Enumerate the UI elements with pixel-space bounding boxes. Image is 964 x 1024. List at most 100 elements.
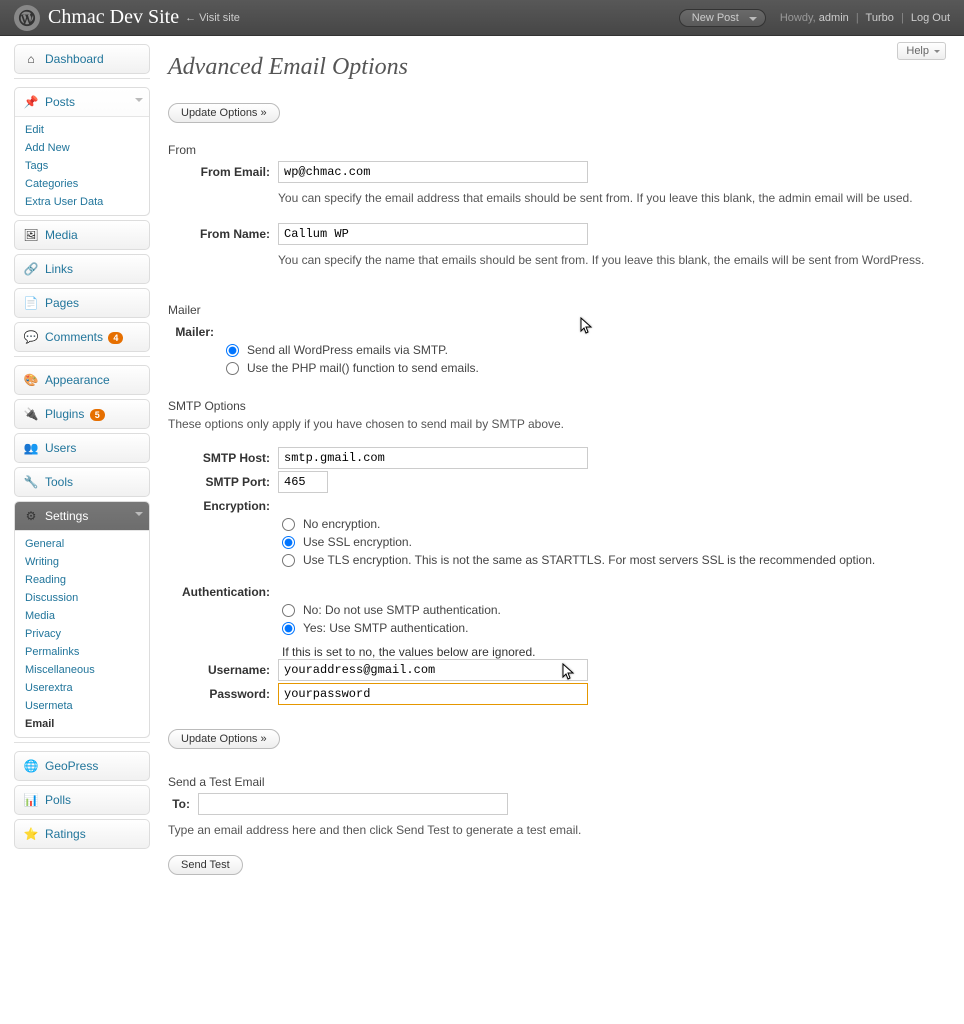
menu-label: Settings: [45, 509, 88, 523]
update-options-button-top[interactable]: Update Options »: [168, 103, 280, 123]
from-name-input[interactable]: [278, 223, 588, 245]
house-icon: ⌂: [23, 51, 39, 67]
password-input[interactable]: [278, 683, 588, 705]
settings-icon: ⚙: [23, 508, 39, 524]
site-title[interactable]: Chmac Dev Site: [48, 6, 179, 29]
submenu-miscellaneous[interactable]: Miscellaneous: [15, 661, 149, 679]
encryption-ssl-radio[interactable]: [282, 536, 295, 549]
smtp-host-input[interactable]: [278, 447, 588, 469]
menu-geopress[interactable]: 🌐GeoPress: [14, 751, 150, 781]
username-input[interactable]: [278, 659, 588, 681]
submenu-userextra[interactable]: Userextra: [15, 679, 149, 697]
auth-no-radio[interactable]: [282, 604, 295, 617]
menu-settings[interactable]: ⚙ Settings General Writing Reading Discus…: [14, 501, 150, 738]
password-label: Password:: [168, 683, 278, 705]
new-post-button[interactable]: New Post: [679, 9, 766, 27]
mailer-label: Mailer:: [168, 321, 222, 339]
test-to-input[interactable]: [198, 793, 508, 815]
mailer-smtp-option[interactable]: Send all WordPress emails via SMTP.: [226, 343, 946, 357]
appearance-icon: 🎨: [23, 372, 39, 388]
turbo-link[interactable]: Turbo: [866, 12, 894, 24]
page-title: Advanced Email Options: [168, 54, 946, 81]
menu-posts[interactable]: 📌 Posts Edit Add New Tags Categories Extr…: [14, 87, 150, 216]
menu-ratings[interactable]: ⭐Ratings: [14, 819, 150, 849]
submenu-tags[interactable]: Tags: [15, 157, 149, 175]
smtp-port-label: SMTP Port:: [168, 471, 278, 493]
plugins-count-badge: 5: [90, 409, 105, 421]
smtp-host-label: SMTP Host:: [168, 447, 278, 469]
visit-site-link[interactable]: ← Visit site: [185, 12, 240, 24]
submenu-media[interactable]: Media: [15, 607, 149, 625]
menu-links[interactable]: 🔗 Links: [14, 254, 150, 284]
plugin-icon: 🔌: [23, 406, 39, 422]
menu-label: Links: [45, 262, 73, 276]
submenu-categories[interactable]: Categories: [15, 175, 149, 193]
update-options-button-bottom[interactable]: Update Options »: [168, 729, 280, 749]
admin-sidebar: ⌂Dashboard 📌 Posts Edit Add New Tags Cate…: [0, 36, 150, 905]
mailer-php-option[interactable]: Use the PHP mail() function to send emai…: [226, 361, 946, 375]
submenu-discussion[interactable]: Discussion: [15, 589, 149, 607]
menu-label: Posts: [45, 95, 75, 109]
help-tab[interactable]: Help: [897, 42, 946, 60]
logout-link[interactable]: Log Out: [911, 12, 950, 24]
menu-label: Comments 4: [45, 330, 123, 344]
greeting: Howdy, admin | Turbo | Log Out: [780, 12, 950, 24]
mailer-smtp-radio[interactable]: [226, 344, 239, 357]
menu-polls[interactable]: 📊 Polls: [14, 785, 150, 815]
encryption-label: Encryption:: [168, 495, 278, 513]
submenu-extra-user-data[interactable]: Extra User Data: [15, 193, 149, 211]
users-icon: 👥: [23, 440, 39, 456]
encryption-none-radio[interactable]: [282, 518, 295, 531]
submenu-reading[interactable]: Reading: [15, 571, 149, 589]
menu-label: Tools: [45, 475, 73, 489]
auth-yes-radio[interactable]: [282, 622, 295, 635]
user-link[interactable]: admin: [819, 12, 849, 24]
from-section-title: From: [168, 143, 946, 157]
poll-icon: 📊: [23, 792, 39, 808]
submenu-email[interactable]: Email: [15, 715, 149, 733]
auth-help: If this is set to no, the values below a…: [282, 645, 946, 659]
menu-plugins[interactable]: 🔌Plugins 5: [14, 399, 150, 429]
menu-dashboard[interactable]: ⌂Dashboard: [14, 44, 150, 74]
encryption-tls-option[interactable]: Use TLS encryption. This is not the same…: [282, 553, 946, 567]
menu-tools[interactable]: 🔧 Tools: [14, 467, 150, 497]
menu-appearance[interactable]: 🎨Appearance: [14, 365, 150, 395]
from-email-label: From Email:: [168, 161, 278, 221]
encryption-none-option[interactable]: No encryption.: [282, 517, 946, 531]
send-test-button[interactable]: Send Test: [168, 855, 243, 875]
mailer-section-title: Mailer: [168, 303, 946, 317]
menu-media[interactable]: 🖼Media: [14, 220, 150, 250]
comments-count-badge: 4: [108, 332, 123, 344]
menu-users[interactable]: 👥Users: [14, 433, 150, 463]
from-email-input[interactable]: [278, 161, 588, 183]
username-label: Username:: [168, 659, 278, 681]
submenu-add-new[interactable]: Add New: [15, 139, 149, 157]
submenu-edit[interactable]: Edit: [15, 121, 149, 139]
wordpress-logo-icon[interactable]: [14, 5, 40, 31]
submenu-writing[interactable]: Writing: [15, 553, 149, 571]
link-icon: 🔗: [23, 261, 39, 277]
submenu-privacy[interactable]: Privacy: [15, 625, 149, 643]
chevron-down-icon: [135, 512, 143, 520]
page-icon: 📄: [23, 295, 39, 311]
menu-label: Pages: [45, 296, 79, 310]
howdy-text: Howdy,: [780, 12, 816, 24]
encryption-ssl-option[interactable]: Use SSL encryption.: [282, 535, 946, 549]
submenu-permalinks[interactable]: Permalinks: [15, 643, 149, 661]
pin-icon: 📌: [23, 94, 39, 110]
menu-pages[interactable]: 📄 Pages: [14, 288, 150, 318]
menu-comments[interactable]: 💬Comments 4: [14, 322, 150, 352]
auth-yes-option[interactable]: Yes: Use SMTP authentication.: [282, 621, 946, 635]
encryption-tls-radio[interactable]: [282, 554, 295, 567]
menu-label: GeoPress: [45, 759, 98, 773]
auth-no-option[interactable]: No: Do not use SMTP authentication.: [282, 603, 946, 617]
menu-label: Polls: [45, 793, 71, 807]
smtp-port-input[interactable]: [278, 471, 328, 493]
submenu-general[interactable]: General: [15, 535, 149, 553]
chevron-down-icon: [135, 98, 143, 106]
mailer-php-radio[interactable]: [226, 362, 239, 375]
smtp-section-title: SMTP Options: [168, 399, 946, 413]
tools-icon: 🔧: [23, 474, 39, 490]
submenu-usermeta[interactable]: Usermeta: [15, 697, 149, 715]
from-name-help: You can specify the name that emails sho…: [278, 251, 946, 269]
